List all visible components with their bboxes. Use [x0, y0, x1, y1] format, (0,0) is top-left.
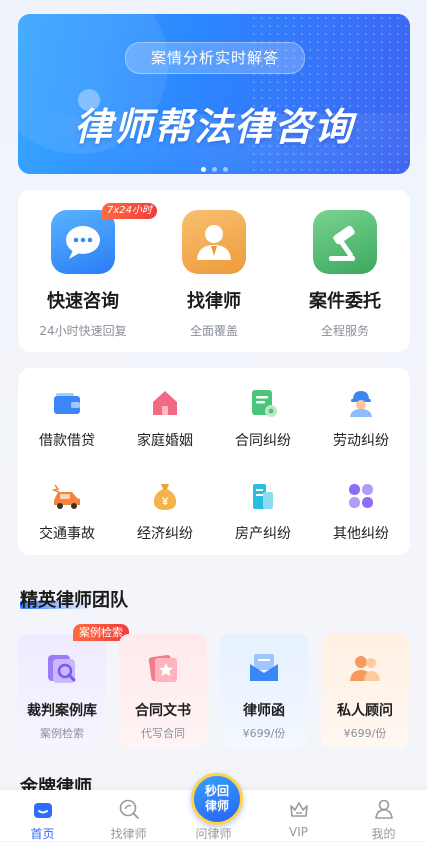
- elite-sub: 案例检索: [40, 727, 84, 740]
- category-label: 经济纠纷: [137, 526, 193, 542]
- category-traffic[interactable]: 交通事故: [18, 480, 116, 560]
- tab-profile[interactable]: 我的: [341, 790, 426, 841]
- crown-icon: [290, 802, 308, 817]
- home-icon: [34, 803, 52, 818]
- category-label: 房产纠纷: [235, 526, 291, 542]
- service-case-entrust[interactable]: 案件委托 全程服务: [280, 190, 410, 352]
- contract-icon: [252, 390, 277, 417]
- category-label: 借款借贷: [39, 433, 95, 449]
- svg-text:¥: ¥: [162, 496, 169, 508]
- category-label: 交通事故: [39, 526, 95, 542]
- tab-find-lawyer[interactable]: 找律师: [86, 790, 171, 841]
- category-labor[interactable]: 劳动纠纷: [312, 387, 410, 467]
- tab-label: VIP: [289, 825, 308, 839]
- elite-contract-docs[interactable]: 合同文书 代写合同: [119, 634, 207, 748]
- lawyer-letter-icon: [250, 654, 278, 681]
- worker-icon: [350, 391, 372, 417]
- category-label: 其他纠纷: [333, 526, 389, 542]
- center-button-line2: 律师: [204, 799, 229, 813]
- grid-more-icon: [349, 484, 373, 508]
- section-title: 精英律师团队: [20, 590, 128, 611]
- service-card: 快速咨询 24小时快速回复 7x24小时 找律师 全面覆盖 案件委托 全程服务: [18, 190, 410, 352]
- elite-lawyer-letter[interactable]: 律师函 ¥699/份: [220, 634, 308, 748]
- service-sub: 24小时快速回复: [39, 324, 127, 338]
- category-marriage[interactable]: 家庭婚姻: [116, 387, 214, 467]
- advisor-icon: [350, 656, 380, 681]
- money-bag-icon: ¥: [153, 484, 177, 510]
- elite-sub: 代写合同: [141, 727, 185, 740]
- wallet-icon: [54, 393, 80, 414]
- banner-title: 律师帮法律咨询: [73, 105, 354, 149]
- tab-vip[interactable]: VIP: [256, 790, 341, 841]
- elite-name: 合同文书: [135, 703, 191, 719]
- tab-label: 问律师: [195, 827, 232, 841]
- banner-dot[interactable]: [211, 167, 217, 172]
- promo-banner[interactable]: 案情分析实时解答 律师帮法律咨询: [18, 14, 410, 174]
- elite-private-advisor[interactable]: 私人顾问 ¥699/份: [321, 634, 409, 748]
- service-name: 快速咨询: [47, 291, 119, 312]
- profile-icon: [375, 799, 393, 819]
- banner-dot[interactable]: [222, 167, 228, 172]
- category-label: 家庭婚姻: [137, 433, 193, 449]
- tab-label: 我的: [371, 827, 396, 841]
- elite-sub: ¥699/份: [343, 727, 387, 740]
- category-other[interactable]: 其他纠纷: [312, 480, 410, 560]
- service-name: 找律师: [187, 291, 241, 312]
- category-loan[interactable]: 借款借贷: [18, 387, 116, 467]
- tab-label: 找律师: [110, 827, 147, 841]
- case-library-icon: [48, 655, 76, 683]
- center-button-line1: 秒回: [204, 784, 229, 798]
- building-icon: [253, 484, 273, 509]
- car-crash-icon: [51, 484, 80, 509]
- search-lawyer-icon: [119, 799, 139, 819]
- elite-name: 裁判案例库: [27, 703, 97, 719]
- chat-bubble-icon: [51, 210, 115, 274]
- category-property[interactable]: 房产纠纷: [214, 480, 312, 560]
- gavel-icon: [313, 210, 377, 274]
- category-label: 劳动纠纷: [333, 433, 389, 449]
- instant-reply-button[interactable]: 秒回 律师: [191, 773, 243, 825]
- elite-case-library[interactable]: 裁判案例库 案例检索: [18, 634, 106, 748]
- category-grid: 借款借贷 家庭婚姻 合同纠纷 劳动纠纷 交通事故 ¥ 经济纠纷 房产纠纷 其他纠…: [18, 368, 410, 555]
- category-label: 合同纠纷: [235, 433, 291, 449]
- banner-pagination: [18, 167, 410, 172]
- tab-label: 首页: [30, 827, 55, 841]
- lawyer-avatar-icon: [182, 210, 246, 274]
- service-sub: 全程服务: [320, 324, 369, 338]
- elite-name: 私人顾问: [337, 703, 393, 719]
- service-sub: 全面覆盖: [189, 324, 238, 338]
- banner-dot-active[interactable]: [200, 167, 206, 172]
- contract-doc-icon: [148, 654, 177, 682]
- elite-name: 律师函: [243, 703, 285, 719]
- service-name: 案件委托: [309, 291, 381, 312]
- category-contract[interactable]: 合同纠纷: [214, 387, 312, 467]
- banner-pill: 案情分析实时解答: [125, 42, 305, 74]
- service-find-lawyer[interactable]: 找律师 全面覆盖: [149, 190, 279, 352]
- elite-sub: ¥699/份: [242, 727, 286, 740]
- tab-home[interactable]: 首页: [0, 790, 85, 841]
- category-economic[interactable]: ¥ 经济纠纷: [116, 480, 214, 560]
- house-icon: [153, 391, 177, 415]
